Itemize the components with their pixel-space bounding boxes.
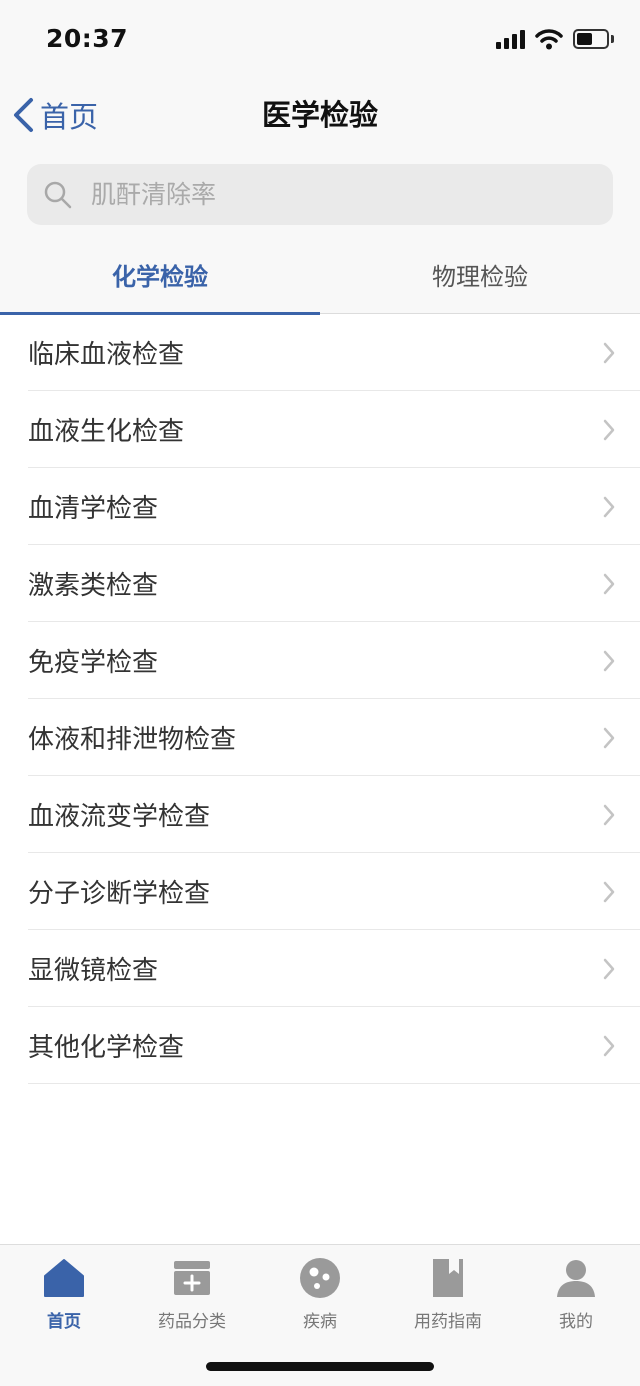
tab-physical-test[interactable]: 物理检验	[320, 240, 640, 314]
wifi-icon	[535, 29, 563, 50]
chevron-right-icon	[603, 804, 615, 826]
list-item[interactable]: 血液生化检查	[0, 391, 640, 468]
tabbar-label: 用药指南	[414, 1312, 482, 1332]
chevron-right-icon	[603, 650, 615, 672]
tabbar-item-home[interactable]: 首页	[0, 1257, 128, 1337]
list-item-label: 体液和排泄物检查	[28, 725, 237, 755]
search-input[interactable]	[91, 180, 551, 209]
home-indicator	[206, 1362, 434, 1371]
category-list: 临床血液检查 血液生化检查 血清学检查 激素类检查 免疫学检查 体液和排泄物检查…	[0, 314, 640, 1084]
list-item-label: 血液流变学检查	[28, 802, 211, 832]
tabbar-label: 首页	[47, 1312, 81, 1332]
tabbar-label: 疾病	[303, 1312, 337, 1332]
list-item[interactable]: 体液和排泄物检查	[0, 699, 640, 776]
list-item[interactable]: 分子诊断学检查	[0, 853, 640, 930]
list-item-label: 其他化学检查	[28, 1033, 185, 1063]
header-area: 20:37 医学检验 首页 肌酐清除率 化学检验 物理检验	[0, 0, 640, 315]
chevron-right-icon	[603, 496, 615, 518]
list-item[interactable]: 其他化学检查	[0, 1007, 640, 1084]
list-item-label: 激素类检查	[28, 571, 159, 601]
list-item-label: 显微镜检查	[28, 956, 159, 986]
status-icons	[496, 28, 614, 50]
search-icon	[44, 181, 72, 208]
tabbar-item-medicine-category[interactable]: 药品分类	[128, 1257, 256, 1337]
chevron-right-icon	[603, 958, 615, 980]
user-icon	[557, 1260, 595, 1297]
list-item-label: 血清学检查	[28, 494, 159, 524]
cellular-signal-icon	[496, 29, 525, 49]
chevron-right-icon	[603, 573, 615, 595]
home-icon	[44, 1259, 84, 1297]
tabbar-label: 药品分类	[158, 1312, 226, 1332]
list-item[interactable]: 免疫学检查	[0, 622, 640, 699]
chevron-right-icon	[603, 1035, 615, 1057]
chevron-right-icon	[603, 727, 615, 749]
list-item-label: 血液生化检查	[28, 417, 185, 447]
status-bar: 20:37	[0, 0, 640, 80]
list-item[interactable]: 激素类检查	[0, 545, 640, 622]
search-bar[interactable]	[27, 164, 613, 225]
virus-icon	[300, 1258, 340, 1298]
tabbar-item-disease[interactable]: 疾病	[256, 1257, 384, 1337]
tabbar-label: 我的	[559, 1312, 593, 1332]
chevron-left-icon	[14, 98, 33, 132]
list-item-label: 分子诊断学检查	[28, 879, 211, 909]
battery-icon	[573, 29, 614, 49]
list-item[interactable]: 显微镜检查	[0, 930, 640, 1007]
list-item[interactable]: 临床血液检查	[0, 314, 640, 391]
list-item[interactable]: 血液流变学检查	[0, 776, 640, 853]
back-button[interactable]: 首页	[12, 90, 98, 140]
list-item-label: 临床血液检查	[28, 340, 185, 370]
chevron-right-icon	[603, 342, 615, 364]
navigation-bar: 医学检验 首页	[0, 80, 640, 150]
status-time: 20:37	[46, 24, 129, 53]
back-label: 首页	[40, 100, 99, 134]
segment-tabs: 化学检验 物理检验	[0, 240, 640, 315]
tab-chemical-test[interactable]: 化学检验	[0, 240, 320, 315]
book-icon	[433, 1259, 463, 1297]
chevron-right-icon	[603, 881, 615, 903]
chevron-right-icon	[603, 419, 615, 441]
tabbar-item-medication-guide[interactable]: 用药指南	[384, 1257, 512, 1337]
screen: 20:37 医学检验 首页 肌酐清除率 化学检验 物理检验 临床血液检查 血液生…	[0, 0, 640, 1386]
medicine-box-icon	[174, 1261, 210, 1295]
tabbar-item-profile[interactable]: 我的	[512, 1257, 640, 1337]
list-item-label: 免疫学检查	[28, 648, 159, 678]
list-item[interactable]: 血清学检查	[0, 468, 640, 545]
